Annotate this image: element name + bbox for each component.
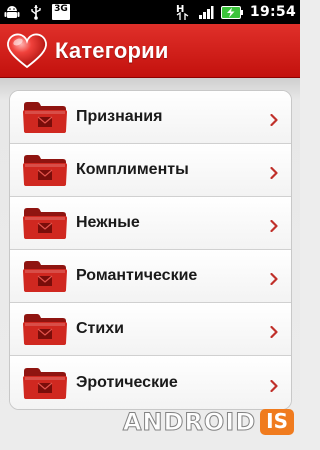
category-list: Признания Комплименты Нежные Романтическ…	[9, 90, 292, 410]
category-item-eroticheskie[interactable]: Эротические	[10, 356, 291, 409]
android-debug-icon	[4, 4, 20, 20]
category-label: Комплименты	[76, 161, 189, 178]
signal-icon	[198, 4, 214, 20]
watermark-badge: IS	[260, 409, 294, 435]
content-area: Признания Комплименты Нежные Романтическ…	[0, 78, 300, 450]
watermark: ANDROID IS	[122, 408, 294, 437]
heart-icon	[6, 33, 48, 69]
category-label: Признания	[76, 108, 163, 125]
category-item-stikhi[interactable]: Стихи	[10, 303, 291, 356]
category-label: Нежные	[76, 214, 140, 231]
network-3g-icon: 3G	[52, 4, 70, 20]
category-label: Эротические	[76, 373, 178, 391]
category-item-priznaniya[interactable]: Признания	[10, 91, 291, 144]
category-item-komplimenty[interactable]: Комплименты	[10, 144, 291, 197]
category-item-romanticheskie[interactable]: Романтические	[10, 250, 291, 303]
chevron-right-icon	[270, 377, 278, 392]
category-label: Романтические	[76, 267, 198, 284]
chevron-right-icon	[270, 270, 278, 286]
folder-mail-icon	[22, 152, 68, 188]
folder-mail-icon	[22, 311, 68, 347]
folder-mail-icon	[22, 258, 68, 294]
folder-mail-icon	[22, 99, 68, 135]
status-bar: 3G H 19:54	[0, 0, 300, 24]
folder-mail-icon	[22, 365, 68, 401]
usb-icon	[30, 4, 42, 20]
watermark-text: ANDROID	[122, 408, 257, 437]
folder-mail-icon	[22, 205, 68, 241]
page-title: Категории	[55, 37, 169, 63]
battery-charging-icon	[220, 5, 243, 19]
app-header: Категории	[0, 24, 300, 78]
category-label: Стихи	[76, 320, 124, 337]
data-h-icon: H	[175, 3, 191, 21]
status-time: 19:54	[249, 4, 296, 20]
chevron-right-icon	[270, 217, 278, 233]
chevron-right-icon	[270, 164, 278, 180]
chevron-right-icon	[270, 323, 278, 339]
chevron-right-icon	[270, 111, 278, 127]
category-item-nezhnye[interactable]: Нежные	[10, 197, 291, 250]
